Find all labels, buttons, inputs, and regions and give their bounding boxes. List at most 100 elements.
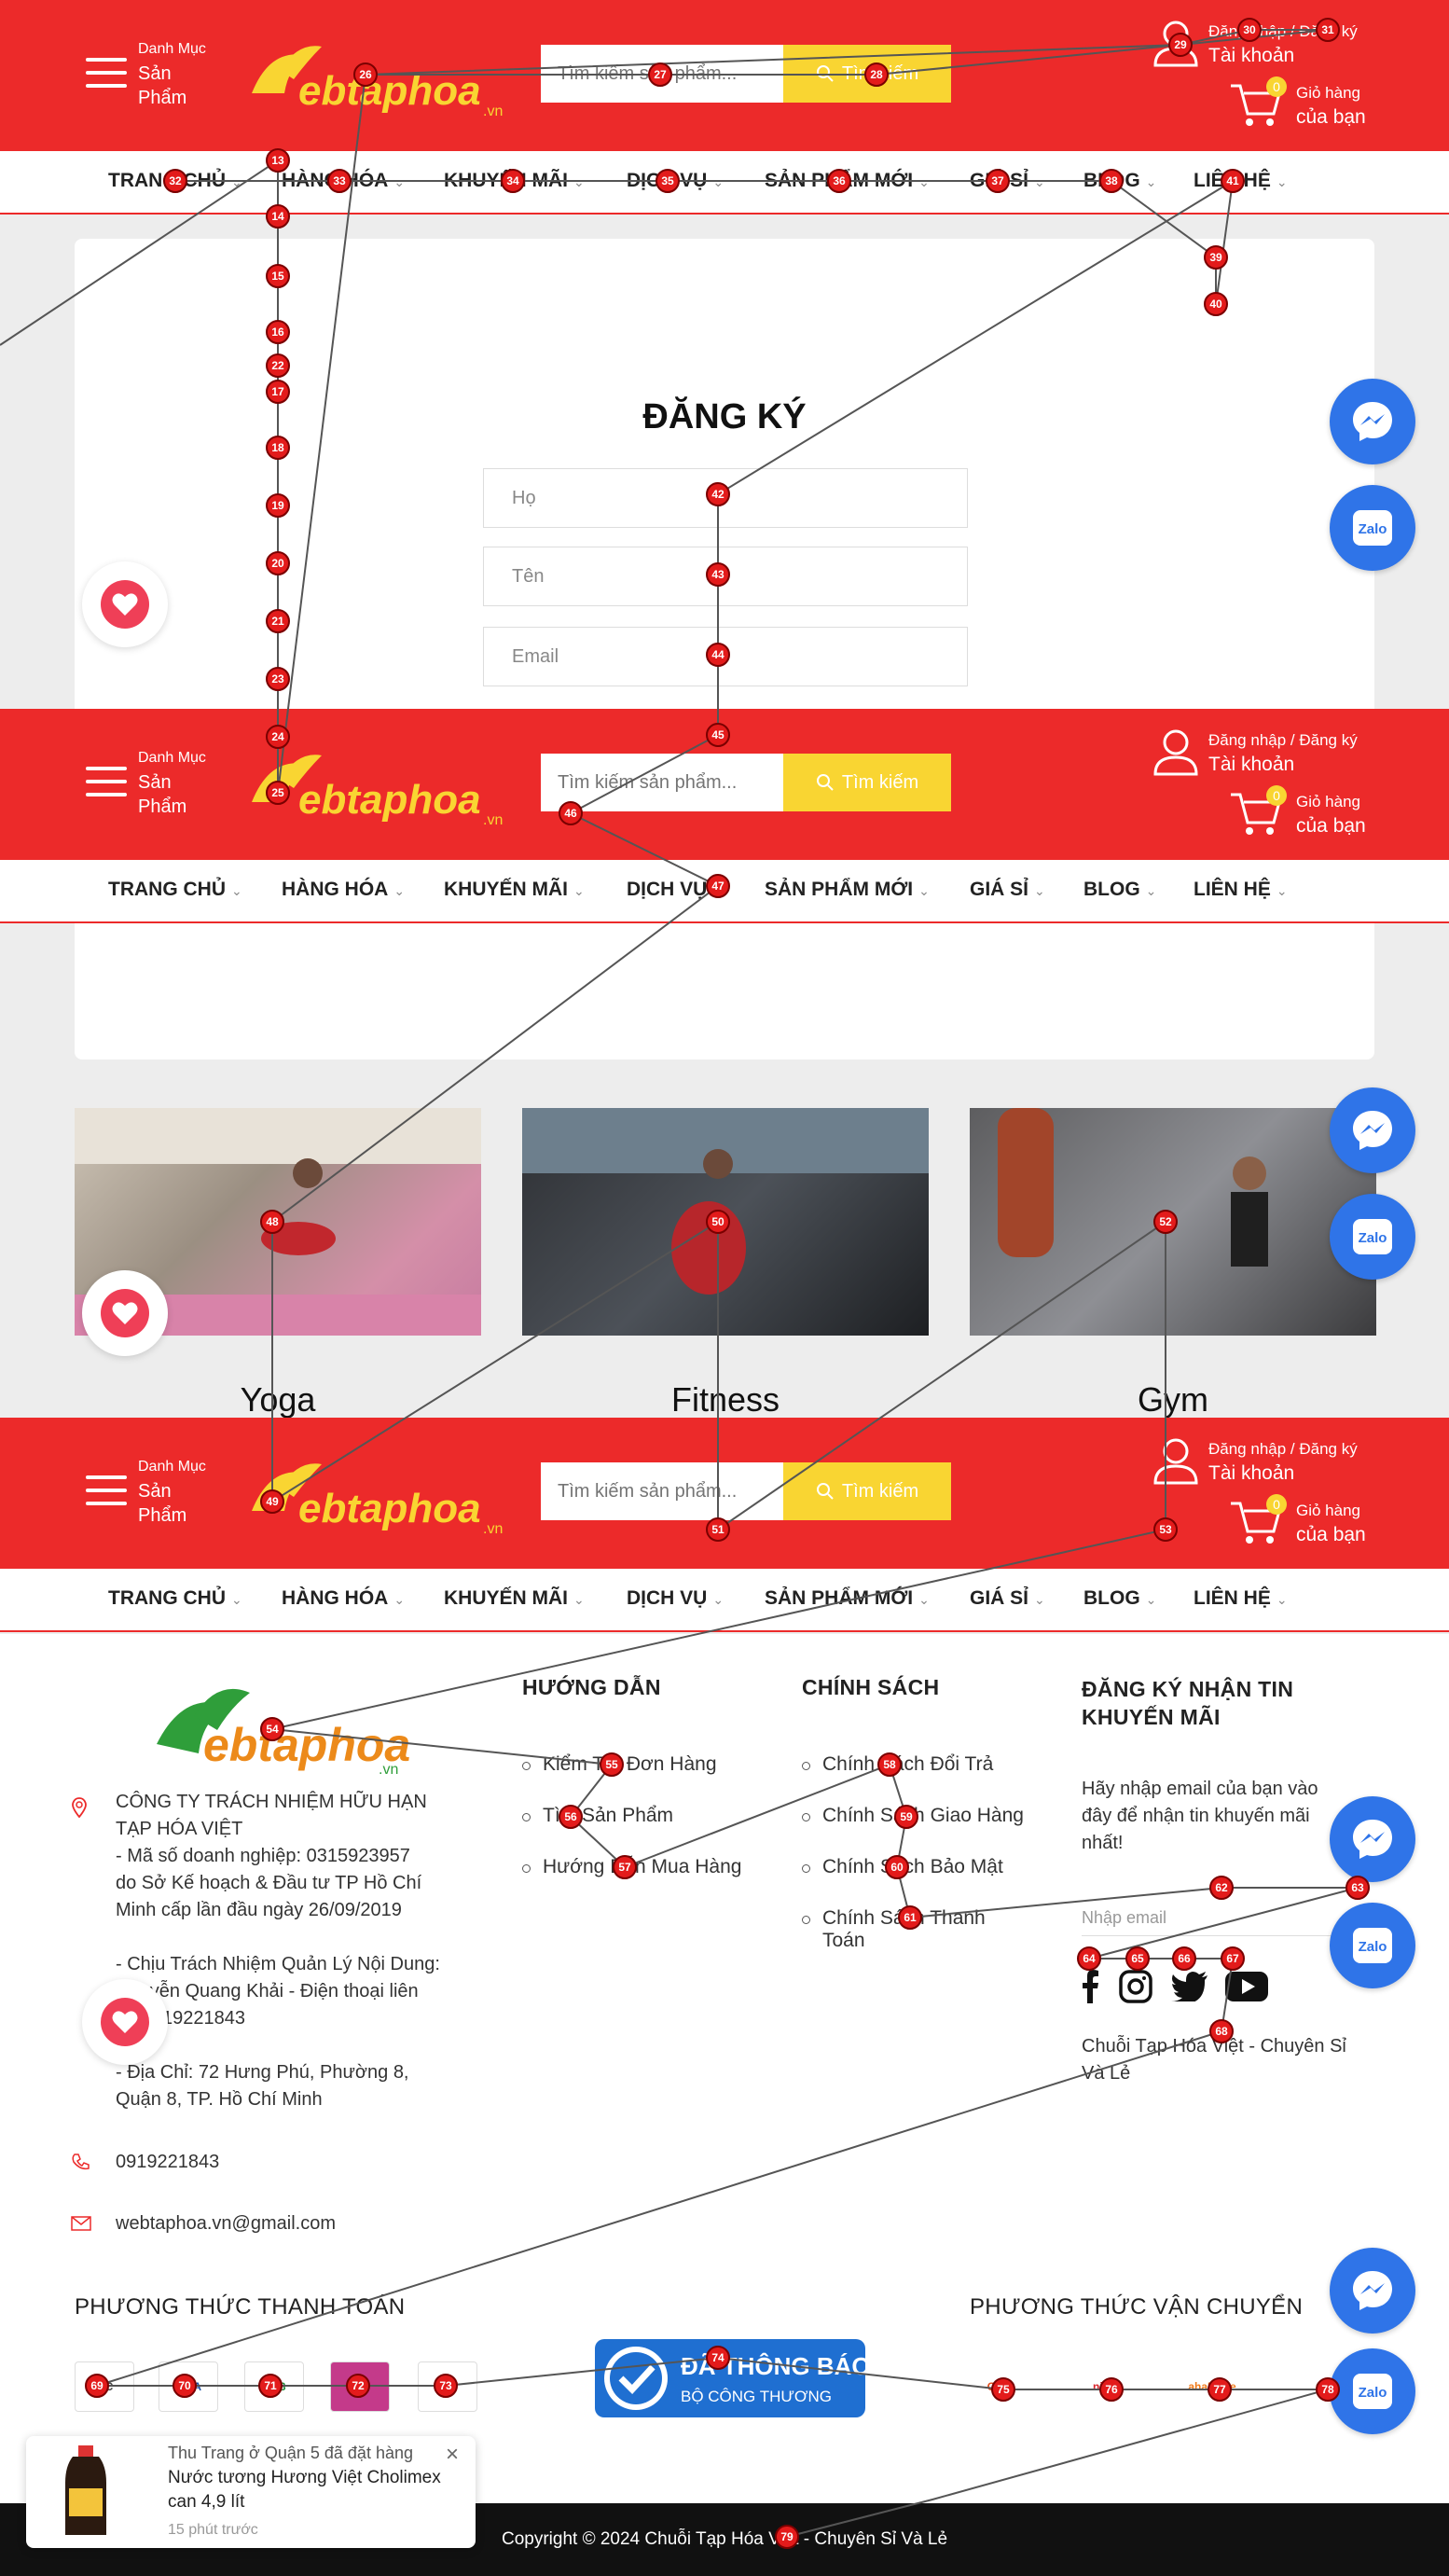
trace-marker: 21 bbox=[266, 609, 290, 633]
trace-marker: 39 bbox=[1204, 245, 1228, 270]
twitter-icon[interactable] bbox=[1171, 1972, 1208, 2001]
nav-item-home[interactable]: TRANG CHỦ ⌄ bbox=[108, 879, 242, 901]
trace-marker: 38 bbox=[1099, 169, 1124, 193]
trace-marker: 41 bbox=[1221, 169, 1245, 193]
hamburger-menu-icon[interactable] bbox=[86, 1475, 127, 1509]
trace-marker: 26 bbox=[353, 62, 378, 87]
trace-marker: 60 bbox=[885, 1855, 909, 1879]
nav-item-new-products[interactable]: SẢN PHẨM MỚI⌄ bbox=[765, 1587, 930, 1610]
trace-marker: 27 bbox=[648, 62, 672, 87]
policy-link-privacy[interactable]: Chính Sách Bảo Mật bbox=[802, 1856, 1003, 1878]
policy-link-shipping[interactable]: Chính Sách Giao Hàng bbox=[802, 1805, 1024, 1827]
search-button[interactable]: Tìm kiếm bbox=[783, 1462, 951, 1520]
nav-item-contact[interactable]: LIÊN HỆ ⌄ bbox=[1194, 879, 1288, 901]
search-input[interactable] bbox=[541, 1462, 783, 1520]
cart-count-badge: 0 bbox=[1266, 785, 1287, 806]
nav-item-new-products[interactable]: SẢN PHẨM MỚI⌄ bbox=[765, 879, 930, 901]
trace-marker: 47 bbox=[706, 874, 730, 898]
nav-item-wholesale[interactable]: GIÁ SỈ⌄ bbox=[970, 879, 1045, 901]
trace-marker: 14 bbox=[266, 204, 290, 229]
footer-slogan: Chuỗi Tạp Hóa Việt - Chuyên Sỉ Và Lẻ bbox=[1082, 2036, 1346, 2084]
gym-caption[interactable]: Gym bbox=[970, 1380, 1376, 1420]
nav-item-promotions[interactable]: KHUYẾN MÃI ⌄ bbox=[444, 1587, 585, 1610]
trace-marker: 56 bbox=[559, 1805, 583, 1829]
category-menu-label[interactable]: Danh Mục Sản Phẩm bbox=[138, 37, 206, 110]
facebook-icon[interactable] bbox=[1082, 1970, 1100, 2003]
trace-marker: 35 bbox=[656, 169, 680, 193]
svg-text:Zalo: Zalo bbox=[1359, 2385, 1387, 2401]
nav-item-goods[interactable]: HÀNG HÓA ⌄ bbox=[282, 1587, 405, 1610]
wishlist-button[interactable] bbox=[82, 1270, 168, 1356]
trace-marker: 31 bbox=[1316, 18, 1340, 42]
instagram-icon[interactable] bbox=[1119, 1970, 1152, 2003]
messenger-button[interactable] bbox=[1330, 2248, 1415, 2334]
heart-icon bbox=[112, 2011, 138, 2033]
zalo-button[interactable]: Zalo bbox=[1330, 485, 1415, 571]
trace-marker: 36 bbox=[827, 169, 851, 193]
close-icon[interactable]: × bbox=[446, 2442, 459, 2468]
yoga-caption[interactable]: Yoga bbox=[75, 1380, 481, 1420]
nav-item-services[interactable]: DỊCH VỤ⌄ bbox=[627, 1587, 724, 1610]
trace-marker: 32 bbox=[163, 169, 187, 193]
newsletter-email-input[interactable]: Nhập email bbox=[1082, 1899, 1361, 1936]
cart-link[interactable]: 0 Giỏ hàng của bạn bbox=[1229, 1494, 1366, 1551]
recent-order-toast[interactable]: Thu Trang ở Quận 5 đã đặt hàng Nước tươn… bbox=[26, 2436, 476, 2548]
nav-item-promotions[interactable]: KHUYẾN MÃI ⌄ bbox=[444, 879, 585, 901]
footer-email[interactable]: webtaphoa.vn@gmail.com bbox=[116, 2210, 336, 2237]
messenger-button[interactable] bbox=[1330, 1796, 1415, 1882]
trace-marker: 50 bbox=[706, 1210, 730, 1234]
zalo-button[interactable]: Zalo bbox=[1330, 1903, 1415, 1988]
wishlist-button[interactable] bbox=[82, 1979, 168, 2065]
nav-item-home[interactable]: TRANG CHỦ ⌄ bbox=[108, 1587, 242, 1610]
cart-link[interactable]: 0 Giỏ hàng của bạn bbox=[1229, 76, 1366, 133]
site-logo[interactable]: ebtaphoa .vn bbox=[233, 37, 522, 121]
guide-heading: HƯỚNG DẪN bbox=[522, 1675, 661, 1699]
account-link[interactable]: Đăng nhập / Đăng ký Tài khoản bbox=[1152, 727, 1358, 781]
search-button[interactable]: Tìm kiếm bbox=[783, 754, 951, 811]
trace-marker: 71 bbox=[258, 2374, 283, 2398]
trace-marker: 75 bbox=[991, 2377, 1015, 2402]
search-icon bbox=[816, 1483, 834, 1500]
nav-item-goods[interactable]: HÀNG HÓA ⌄ bbox=[282, 879, 405, 901]
trace-marker: 13 bbox=[266, 148, 290, 173]
cart-link[interactable]: 0 Giỏ hàng của bạn bbox=[1229, 785, 1366, 842]
trace-marker: 33 bbox=[327, 169, 352, 193]
category-menu-label[interactable]: Danh Mục Sản Phẩm bbox=[138, 1455, 206, 1528]
nav-item-blog[interactable]: BLOG⌄ bbox=[1083, 1587, 1156, 1610]
trace-marker: 44 bbox=[706, 643, 730, 667]
search-icon bbox=[816, 774, 834, 791]
youtube-icon[interactable] bbox=[1225, 1972, 1268, 2001]
hamburger-menu-icon[interactable] bbox=[86, 767, 127, 800]
svg-text:Zalo: Zalo bbox=[1359, 521, 1387, 537]
trace-marker: 34 bbox=[501, 169, 525, 193]
trace-marker: 74 bbox=[706, 2346, 730, 2370]
category-menu-label[interactable]: Danh Mục Sản Phẩm bbox=[138, 746, 206, 819]
trace-marker: 59 bbox=[894, 1805, 918, 1829]
trace-marker: 62 bbox=[1209, 1876, 1234, 1900]
search-icon bbox=[816, 65, 834, 82]
guide-link-how-to-buy[interactable]: Hướng Dẫn Mua Hàng bbox=[521, 1856, 741, 1878]
nav-item-wholesale[interactable]: GIÁ SỈ⌄ bbox=[970, 1587, 1045, 1610]
messenger-button[interactable] bbox=[1330, 1087, 1415, 1173]
nav-item-blog[interactable]: BLOG⌄ bbox=[1083, 879, 1156, 901]
svg-text:.vn: .vn bbox=[483, 1521, 503, 1537]
ministry-badge[interactable]: ĐÃ THÔNG BÁO BỘ CÔNG THƯƠNG bbox=[595, 2339, 871, 2417]
policy-link-returns[interactable]: Chính Sách Đổi Trả bbox=[801, 1753, 993, 1776]
zalo-button[interactable]: Zalo bbox=[1330, 1194, 1415, 1280]
guide-link-order-check[interactable]: Kiểm Tra Đơn Hàng bbox=[522, 1753, 717, 1776]
wishlist-button[interactable] bbox=[82, 561, 168, 647]
messenger-button[interactable] bbox=[1330, 379, 1415, 464]
fitness-caption[interactable]: Fitness bbox=[522, 1380, 929, 1420]
nav-item-contact[interactable]: LIÊN HỆ ⌄ bbox=[1194, 1587, 1288, 1610]
hamburger-menu-icon[interactable] bbox=[86, 58, 127, 91]
sticky-header: Danh Mục Sản Phẩm ebtaphoa .vn Tìm kiếm … bbox=[0, 1418, 1449, 1569]
email-icon bbox=[71, 2216, 91, 2231]
zalo-button[interactable]: Zalo bbox=[1330, 2348, 1415, 2434]
trace-marker: 51 bbox=[706, 1517, 730, 1542]
messenger-icon bbox=[1353, 2271, 1392, 2310]
trace-marker: 65 bbox=[1125, 1946, 1150, 1971]
trace-marker: 25 bbox=[266, 781, 290, 805]
footer-phone[interactable]: 0919221843 bbox=[116, 2149, 219, 2176]
account-link[interactable]: Đăng nhập / Đăng ký Tài khoản bbox=[1152, 1436, 1358, 1489]
newsletter-description: Hãy nhập email của bạn vào đây để nhận t… bbox=[1082, 1779, 1318, 1853]
